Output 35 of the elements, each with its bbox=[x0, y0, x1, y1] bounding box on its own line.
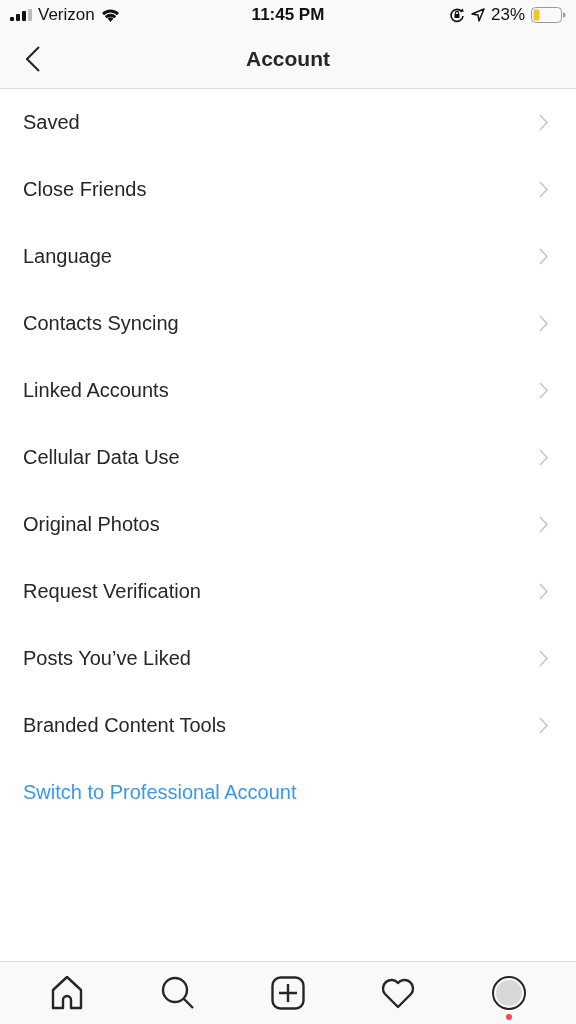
chevron-icon bbox=[539, 449, 548, 466]
menu-item[interactable]: Request Verification bbox=[0, 558, 576, 625]
home-icon[interactable] bbox=[50, 976, 85, 1010]
menu-item[interactable]: Cellular Data Use bbox=[0, 424, 576, 491]
rotation-lock-icon bbox=[448, 7, 465, 23]
chevron-icon bbox=[539, 181, 548, 198]
menu-item[interactable]: Branded Content Tools bbox=[0, 692, 576, 759]
back-icon[interactable] bbox=[26, 46, 40, 72]
carrier-name: Verizon bbox=[38, 5, 95, 25]
clock-time: 11:45 PM bbox=[250, 5, 326, 25]
chevron-icon bbox=[539, 114, 548, 131]
menu-item[interactable]: Posts You’ve Liked bbox=[0, 625, 576, 692]
menu-item[interactable]: Contacts Syncing bbox=[0, 290, 576, 357]
wifi-icon bbox=[100, 8, 120, 22]
chevron-icon bbox=[539, 583, 548, 600]
chevron-icon bbox=[539, 717, 548, 734]
battery-percent: 23% bbox=[490, 5, 525, 25]
menu-item[interactable]: Original Photos bbox=[0, 491, 576, 558]
menu-item[interactable]: Close Friends bbox=[0, 156, 576, 223]
chevron-icon bbox=[539, 516, 548, 533]
menu-item[interactable]: Saved bbox=[0, 89, 576, 156]
chevron-icon bbox=[539, 315, 548, 332]
search-icon[interactable] bbox=[160, 976, 195, 1010]
heart-icon[interactable] bbox=[381, 977, 416, 1009]
chevron-icon bbox=[539, 650, 548, 667]
screen-title: Account bbox=[246, 47, 330, 71]
avatar-icon[interactable] bbox=[491, 976, 526, 1010]
menu-item[interactable]: Linked Accounts bbox=[0, 357, 576, 424]
chevron-icon bbox=[539, 248, 548, 265]
signal-icon bbox=[10, 9, 32, 21]
location-arrow-icon bbox=[470, 8, 485, 22]
menu-item[interactable]: Language bbox=[0, 223, 576, 290]
plus-square-icon[interactable] bbox=[270, 976, 305, 1010]
battery-icon bbox=[531, 7, 566, 23]
chevron-icon bbox=[539, 382, 548, 399]
